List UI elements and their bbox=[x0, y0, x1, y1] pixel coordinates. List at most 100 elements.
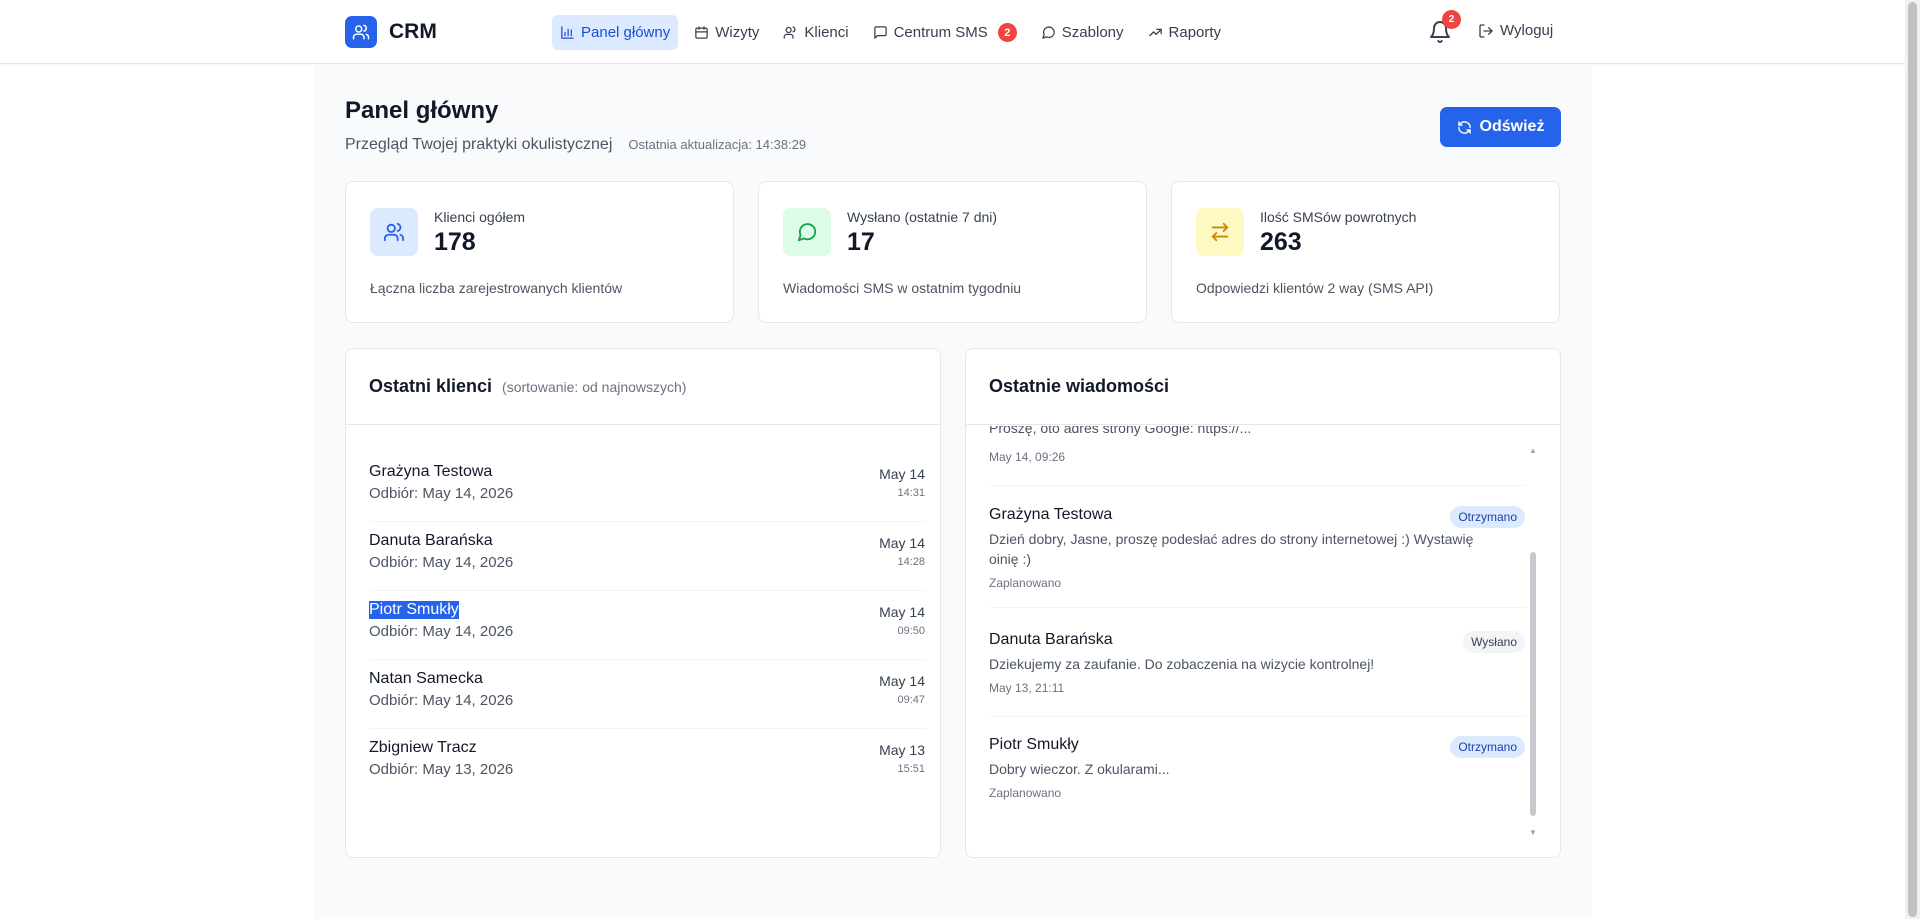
client-time: 09:50 bbox=[897, 625, 925, 637]
page-subtitle-row: Przegląd Twojej praktyki okulistycznej O… bbox=[345, 136, 806, 154]
calendar-icon bbox=[695, 26, 708, 39]
nav-label: Wizyty bbox=[715, 24, 760, 41]
client-date: May 14 bbox=[879, 604, 925, 620]
nav-label: Centrum SMS bbox=[893, 24, 988, 41]
app-name: CRM bbox=[389, 20, 437, 43]
logout-button[interactable]: Wyloguj bbox=[1478, 22, 1553, 39]
messages-scroll-area[interactable]: Proszę, oto adres strony Google: https:/… bbox=[966, 426, 1560, 857]
last-update-text: Ostatnia aktualizacja: 14:38:29 bbox=[628, 137, 807, 152]
stat-description: Łączna liczba zarejestrowanych klientów bbox=[370, 280, 623, 296]
message-item[interactable]: Proszę, oto adres strony Google: https:/… bbox=[989, 426, 1525, 486]
users-icon bbox=[370, 208, 418, 256]
message-square-icon bbox=[873, 26, 887, 39]
client-name: Natan Samecka bbox=[369, 670, 483, 687]
log-out-icon bbox=[1479, 23, 1493, 38]
client-pickup-date: Odbiór: May 13, 2026 bbox=[369, 761, 514, 778]
client-pickup-date: Odbiór: May 14, 2026 bbox=[369, 623, 514, 640]
stat-description: Odpowiedzi klientów 2 way (SMS API) bbox=[1196, 280, 1434, 296]
client-row[interactable]: Natan Samecka Odbiór: May 14, 2026 May 1… bbox=[369, 660, 925, 729]
client-time: 14:31 bbox=[897, 487, 925, 499]
stat-label: Klienci ogółem bbox=[434, 209, 526, 225]
panel-header: Ostatni klienci (sortowanie: od najnowsz… bbox=[346, 349, 940, 425]
client-name: Piotr Smukły bbox=[369, 601, 459, 619]
message-meta: Zaplanowano bbox=[989, 576, 1062, 590]
recent-clients-panel: Ostatni klienci (sortowanie: od najnowsz… bbox=[345, 348, 941, 858]
page-subtitle: Przegląd Twojej praktyki okulistycznej bbox=[345, 136, 613, 153]
message-meta: May 14, 09:26 bbox=[989, 450, 1066, 464]
notification-count-badge: 2 bbox=[1442, 10, 1461, 29]
client-row[interactable]: Zbigniew Tracz Odbiór: May 13, 2026 May … bbox=[369, 729, 925, 798]
client-name: Grażyna Testowa bbox=[369, 463, 493, 480]
client-date: May 14 bbox=[879, 673, 925, 689]
message-text: Dobry wieczor. Z okularami... bbox=[989, 761, 1170, 777]
client-time: 15:51 bbox=[897, 763, 925, 775]
trending-up-icon bbox=[1148, 28, 1162, 37]
message-item[interactable]: Piotr Smukły Otrzymano Dobry wieczor. Z … bbox=[989, 736, 1525, 816]
nav-item-raporty[interactable]: Raporty bbox=[1140, 15, 1230, 50]
panel-header: Ostatnie wiadomości bbox=[966, 349, 1560, 425]
stat-card-clients: Klienci ogółem 178 Łączna liczba zarejes… bbox=[345, 181, 734, 323]
page-scrollbar-thumb[interactable] bbox=[1908, 2, 1917, 917]
stat-value: 17 bbox=[847, 228, 875, 256]
nav-label: Szablony bbox=[1061, 24, 1124, 41]
message-meta: Zaplanowano bbox=[989, 786, 1062, 800]
main-nav: Panel główny Wizyty Klienci Centrum SMS … bbox=[552, 15, 1229, 50]
client-time: 09:47 bbox=[897, 694, 925, 706]
stat-value: 263 bbox=[1260, 228, 1302, 256]
page-scrollbar[interactable] bbox=[1905, 0, 1920, 919]
logout-label: Wyloguj bbox=[1500, 22, 1554, 39]
client-date: May 14 bbox=[879, 466, 925, 482]
message-item[interactable]: Danuta Barańska Wysłano Dziekujemy za za… bbox=[989, 631, 1525, 717]
message-sender: Danuta Barańska bbox=[989, 631, 1113, 648]
nav-item-panel-glowny[interactable]: Panel główny bbox=[552, 15, 679, 50]
nav-item-centrum-sms[interactable]: Centrum SMS 2 bbox=[865, 15, 1025, 50]
panel-title: Ostatni klienci bbox=[369, 376, 493, 396]
stat-card-replies: Ilość SMSów powrotnych 263 Odpowiedzi kl… bbox=[1171, 181, 1560, 323]
scroll-up-arrow-icon[interactable]: ▲ bbox=[1529, 446, 1537, 455]
nav-item-wizyty[interactable]: Wizyty bbox=[686, 15, 767, 50]
message-text: Proszę, oto adres strony Google: https:/… bbox=[989, 426, 1252, 436]
nav-label: Raporty bbox=[1168, 24, 1222, 41]
message-circle-icon bbox=[1042, 26, 1055, 39]
status-badge: Otrzymano bbox=[1450, 736, 1525, 758]
refresh-button[interactable]: Odśwież bbox=[1440, 107, 1561, 147]
client-pickup-date: Odbiór: May 14, 2026 bbox=[369, 554, 514, 571]
nav-item-szablony[interactable]: Szablony bbox=[1033, 15, 1132, 50]
scrollbar-thumb[interactable] bbox=[1530, 552, 1536, 816]
nav-label: Panel główny bbox=[581, 24, 671, 41]
message-item[interactable]: Grażyna Testowa Otrzymano Dzień dobry, J… bbox=[989, 506, 1525, 608]
nav-label: Klienci bbox=[804, 24, 849, 41]
page-title: Panel główny bbox=[345, 97, 499, 124]
arrows-exchange-icon bbox=[1196, 208, 1244, 256]
sms-count-badge: 2 bbox=[997, 23, 1017, 42]
client-time: 14:28 bbox=[897, 556, 925, 568]
client-date: May 13 bbox=[879, 742, 925, 758]
refresh-icon bbox=[1457, 120, 1471, 134]
refresh-label: Odśwież bbox=[1479, 118, 1545, 135]
status-badge: Otrzymano bbox=[1450, 506, 1525, 528]
stat-label: Wysłano (ostatnie 7 dni) bbox=[847, 209, 998, 225]
bar-chart-icon bbox=[561, 26, 574, 39]
users-icon bbox=[784, 26, 796, 39]
message-sender: Grażyna Testowa bbox=[989, 506, 1113, 523]
stat-value: 178 bbox=[434, 228, 476, 256]
stat-label: Ilość SMSów powrotnych bbox=[1260, 209, 1417, 225]
client-row[interactable]: Grażyna Testowa Odbiór: May 14, 2026 May… bbox=[369, 453, 925, 522]
message-sender: Piotr Smukły bbox=[989, 736, 1079, 753]
top-navigation-bar: CRM Panel główny Wizyty Klienci Centrum … bbox=[0, 0, 1905, 64]
app-logo[interactable]: CRM bbox=[345, 16, 437, 48]
nav-item-klienci[interactable]: Klienci bbox=[775, 15, 856, 50]
client-name: Danuta Barańska bbox=[369, 532, 493, 549]
client-row[interactable]: Piotr Smukły Odbiór: May 14, 2026 May 14… bbox=[369, 591, 925, 660]
client-name: Zbigniew Tracz bbox=[369, 739, 477, 756]
sort-hint: (sortowanie: od najnowszych) bbox=[502, 378, 687, 395]
status-badge: Wysłano bbox=[1463, 631, 1525, 653]
client-pickup-date: Odbiór: May 14, 2026 bbox=[369, 692, 514, 709]
panel-title: Ostatnie wiadomości bbox=[989, 376, 1170, 396]
scroll-down-arrow-icon[interactable]: ▼ bbox=[1529, 828, 1537, 837]
messages-scrollbar[interactable]: ▲ ▼ bbox=[1529, 446, 1537, 837]
client-row[interactable]: Danuta Barańska Odbiór: May 14, 2026 May… bbox=[369, 522, 925, 591]
recent-messages-panel: Ostatnie wiadomości Proszę, oto adres st… bbox=[965, 348, 1561, 858]
stat-description: Wiadomości SMS w ostatnim tygodniu bbox=[783, 280, 1022, 296]
message-meta: May 13, 21:11 bbox=[989, 681, 1065, 695]
